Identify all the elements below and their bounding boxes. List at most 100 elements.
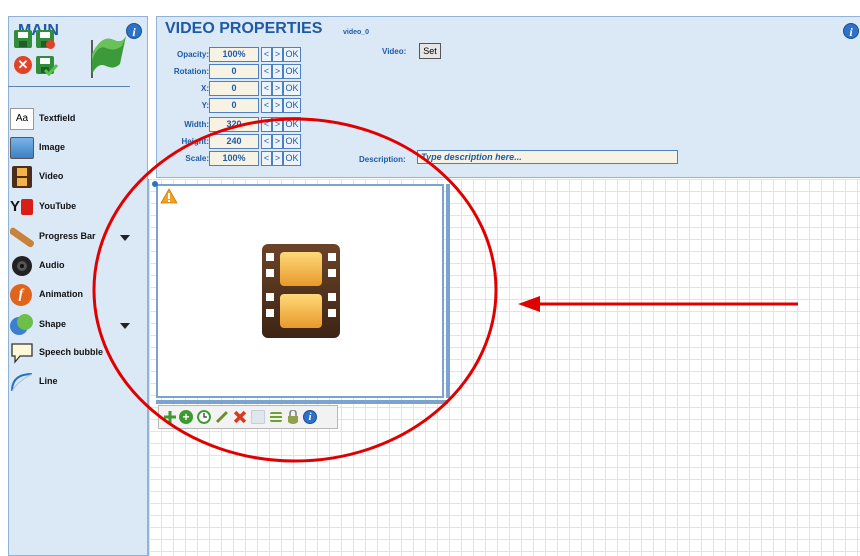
description-input[interactable]: Type description here... xyxy=(417,150,678,164)
decrement-button[interactable]: < xyxy=(261,81,272,96)
increment-button[interactable]: > xyxy=(272,64,283,79)
height-field[interactable]: 240 xyxy=(209,134,259,149)
tool-speech-bubble[interactable]: Speech bubble xyxy=(10,342,138,368)
tool-youtube[interactable]: Y YouTube xyxy=(10,196,138,222)
resize-handle-right[interactable] xyxy=(446,184,450,398)
tool-label: Animation xyxy=(39,289,83,299)
tool-audio[interactable]: Audio xyxy=(10,255,138,281)
tool-label: Progress Bar xyxy=(39,231,96,241)
edit-icon[interactable] xyxy=(215,410,229,424)
shape-icon xyxy=(10,314,33,335)
decrement-button[interactable]: < xyxy=(261,98,272,113)
add-icon[interactable]: + xyxy=(179,410,193,424)
cancel-icon[interactable]: ✕ xyxy=(14,56,34,76)
field-label: Y: xyxy=(201,101,209,110)
sidebar-info-icon[interactable]: i xyxy=(126,23,142,39)
decrement-button[interactable]: < xyxy=(261,47,272,62)
clock-icon[interactable] xyxy=(197,410,211,424)
video-source-label: Video: xyxy=(382,47,407,56)
textfield-icon: Aa xyxy=(10,108,34,130)
tool-label: Speech bubble xyxy=(39,347,104,357)
decrement-button[interactable]: < xyxy=(261,117,272,132)
decrement-button[interactable]: < xyxy=(261,134,272,149)
decrement-button[interactable]: < xyxy=(261,151,272,166)
chevron-down-icon[interactable] xyxy=(120,323,130,329)
speech-bubble-icon xyxy=(11,343,33,364)
flag-icon[interactable] xyxy=(84,30,128,80)
tool-textfield[interactable]: Aa Textfield xyxy=(10,108,138,134)
save-as-icon[interactable] xyxy=(36,30,56,50)
progress-bar-icon xyxy=(10,227,34,248)
scale-row: Scale: 100% < > OK xyxy=(157,151,317,166)
increment-button[interactable]: > xyxy=(272,117,283,132)
ok-button[interactable]: OK xyxy=(283,134,301,149)
scale-field[interactable]: 100% xyxy=(209,151,259,166)
field-label: Height: xyxy=(181,137,209,146)
rotation-field[interactable]: 0 xyxy=(209,64,259,79)
increment-button[interactable]: > xyxy=(272,98,283,113)
tool-image[interactable]: Image xyxy=(10,137,138,163)
video-icon xyxy=(12,166,32,188)
tool-label: Video xyxy=(39,171,64,181)
chevron-down-icon[interactable] xyxy=(120,235,130,241)
save-icon[interactable] xyxy=(14,30,34,50)
ok-button[interactable]: OK xyxy=(283,47,301,62)
tool-animation[interactable]: f Animation xyxy=(10,284,138,310)
list-icon[interactable] xyxy=(269,410,283,424)
description-label: Description: xyxy=(359,155,406,164)
tool-shape[interactable]: Shape xyxy=(10,314,138,340)
x-row: X: 0 < > OK xyxy=(157,81,317,96)
move-icon[interactable] xyxy=(163,410,177,424)
width-field[interactable]: 320 xyxy=(209,117,259,132)
youtube-icon: Y xyxy=(10,196,34,218)
sidebar-divider xyxy=(8,86,130,87)
opacity-row: Opacity: 100% < > OK xyxy=(157,47,317,62)
field-label: Width: xyxy=(184,120,209,129)
ok-button[interactable]: OK xyxy=(283,117,301,132)
ok-button[interactable]: OK xyxy=(283,81,301,96)
field-label: Opacity: xyxy=(176,50,209,59)
tool-label: YouTube xyxy=(39,201,77,211)
warning-icon xyxy=(160,188,178,204)
element-toolbar: + i xyxy=(158,405,338,429)
increment-button[interactable]: > xyxy=(272,151,283,166)
image-icon xyxy=(10,137,34,159)
save-and-close-icon[interactable] xyxy=(36,56,58,76)
element-info-icon[interactable]: i xyxy=(303,410,317,424)
properties-info-icon[interactable]: i xyxy=(843,23,859,39)
field-label: X: xyxy=(201,84,209,93)
properties-title: VIDEO PROPERTIES xyxy=(165,20,323,37)
video-set-button[interactable]: Set xyxy=(419,43,441,59)
resize-handle-bottom[interactable] xyxy=(156,400,448,404)
lock-icon[interactable] xyxy=(286,410,300,424)
tool-label: Image xyxy=(39,142,66,152)
anchor-handle[interactable] xyxy=(152,181,158,187)
increment-button[interactable]: > xyxy=(272,47,283,62)
field-label: Scale: xyxy=(185,154,209,163)
tool-label: Line xyxy=(39,376,58,386)
tool-label: Audio xyxy=(39,260,65,270)
ok-button[interactable]: OK xyxy=(283,98,301,113)
y-row: Y: 0 < > OK xyxy=(157,98,317,113)
y-field[interactable]: 0 xyxy=(209,98,259,113)
increment-button[interactable]: > xyxy=(272,134,283,149)
opacity-field[interactable]: 100% xyxy=(209,47,259,62)
increment-button[interactable]: > xyxy=(272,81,283,96)
line-icon xyxy=(11,373,33,392)
tool-label: Shape xyxy=(39,319,67,329)
ok-button[interactable]: OK xyxy=(283,64,301,79)
rotation-row: Rotation: 0 < > OK xyxy=(157,64,317,79)
x-field[interactable]: 0 xyxy=(209,81,259,96)
tool-line[interactable]: Line xyxy=(10,371,138,397)
tool-video[interactable]: Video xyxy=(10,166,138,192)
delete-icon[interactable] xyxy=(233,410,247,424)
height-row: Height: 240 < > OK xyxy=(157,134,317,149)
decrement-button[interactable]: < xyxy=(261,64,272,79)
tool-progress-bar[interactable]: Progress Bar xyxy=(10,226,138,252)
ok-button[interactable]: OK xyxy=(283,151,301,166)
film-icon xyxy=(262,244,340,338)
blank-icon[interactable] xyxy=(251,410,265,424)
width-row: Width: 320 < > OK xyxy=(157,117,317,132)
animation-icon: f xyxy=(10,284,32,306)
tool-label: Textfield xyxy=(39,113,76,123)
